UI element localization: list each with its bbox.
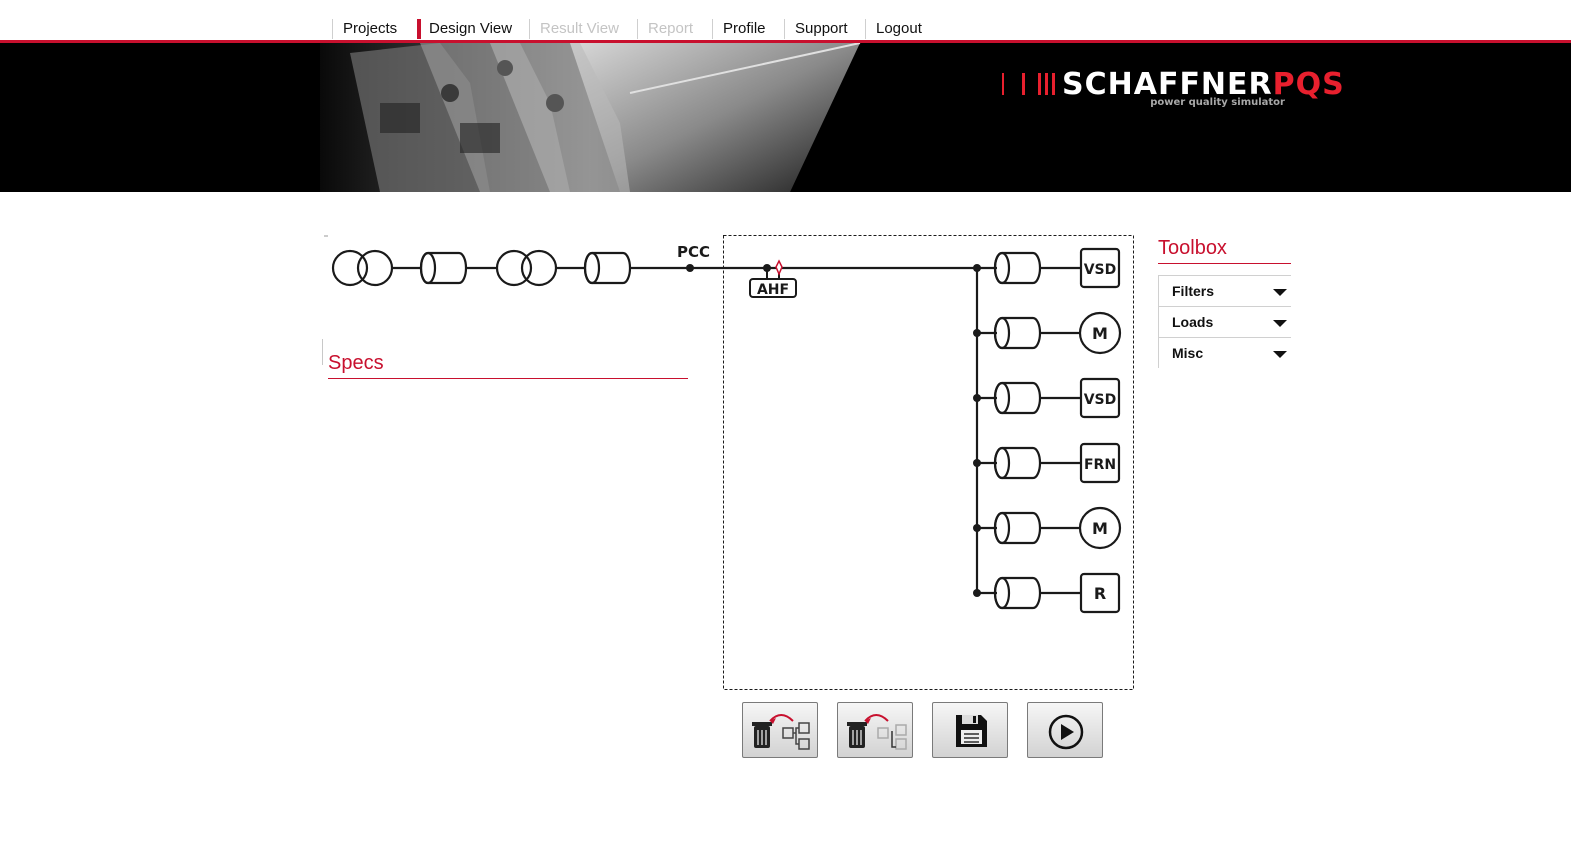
cable-icon[interactable] [419,251,468,285]
specs-marker [322,339,323,365]
ahf-label: AHF [757,282,789,298]
delete-network-icon [752,714,810,750]
toolbox-misc[interactable]: Misc [1159,337,1291,368]
ahf-filter[interactable]: AHF [749,259,797,298]
load-label: FRN [1084,457,1116,473]
load-branch[interactable]: R [973,572,1121,614]
toolbox-loads[interactable]: Loads [1159,306,1291,337]
toolbox-panel: Toolbox Filters Loads Misc [1158,235,1291,368]
cable-icon[interactable] [993,251,1042,285]
caret-down-icon [1273,351,1287,358]
cable-icon[interactable] [993,381,1042,415]
play-icon [1048,714,1084,750]
pcc-node [686,264,694,272]
load-branch[interactable]: VSD [973,247,1121,289]
toolbox-loads-label: Loads [1172,314,1214,330]
load-branch[interactable]: M [973,311,1122,355]
toolbox-misc-label: Misc [1172,345,1204,361]
transformer-icon[interactable] [331,249,394,287]
clear-network-button[interactable] [742,702,818,758]
toolbox-list: Filters Loads Misc [1158,275,1291,368]
cable-icon[interactable] [993,446,1042,480]
load-label: M [1092,519,1108,538]
transformer-icon[interactable] [495,249,558,287]
toolbox-title: Toolbox [1158,235,1291,264]
caret-down-icon [1273,289,1287,296]
marker-icon [775,259,783,276]
delete-branch-icon [847,714,907,750]
load-label: M [1092,324,1108,343]
load-label: R [1094,584,1106,603]
specs-panel-header: Specs [328,350,688,379]
cable-icon[interactable] [993,511,1042,545]
load-branch[interactable]: FRN [973,442,1121,484]
load-branch[interactable]: VSD [973,377,1121,419]
load-branch[interactable]: M [973,506,1122,550]
toolbox-filters-label: Filters [1172,283,1215,299]
load-label: VSD [1084,262,1117,278]
load-label: VSD [1084,392,1117,408]
clear-branch-button[interactable] [837,702,913,758]
pcc-label: PCC [677,243,710,261]
specs-title: Specs [328,352,384,374]
cable-icon[interactable] [583,251,632,285]
run-simulation-button[interactable] [1027,702,1103,758]
toolbox-filters[interactable]: Filters [1159,275,1291,306]
cable-icon[interactable] [993,316,1042,350]
save-icon [956,715,987,747]
save-button[interactable] [932,702,1008,758]
cable-icon[interactable] [993,576,1042,610]
caret-down-icon [1273,320,1287,327]
